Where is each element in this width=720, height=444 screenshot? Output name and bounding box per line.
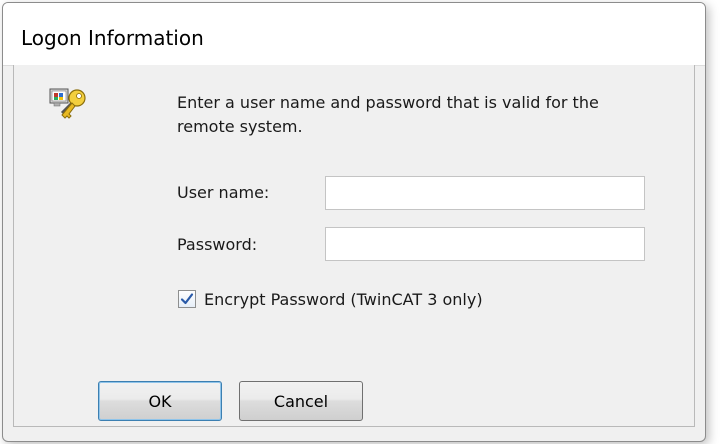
- logon-keys-icon: [48, 85, 92, 129]
- instruction-text: Enter a user name and password that is v…: [177, 93, 599, 136]
- encrypt-password-label: Encrypt Password (TwinCAT 3 only): [204, 290, 483, 309]
- password-label: Password:: [177, 235, 258, 254]
- encrypt-password-checkbox[interactable]: [178, 290, 196, 308]
- dialog-title: Logon Information: [21, 26, 204, 50]
- screen: Logon Information Enter a user name and …: [0, 0, 720, 444]
- cancel-button[interactable]: Cancel: [239, 381, 363, 421]
- checkmark-icon: [180, 293, 194, 305]
- username-input[interactable]: [325, 176, 645, 210]
- dialog-body: Enter a user name and password that is v…: [13, 65, 695, 427]
- title-bar[interactable]: Logon Information: [3, 3, 705, 66]
- ok-button[interactable]: OK: [98, 381, 222, 421]
- username-label: User name:: [177, 183, 270, 202]
- logon-dialog: Logon Information Enter a user name and …: [2, 2, 706, 442]
- password-input[interactable]: [325, 227, 645, 261]
